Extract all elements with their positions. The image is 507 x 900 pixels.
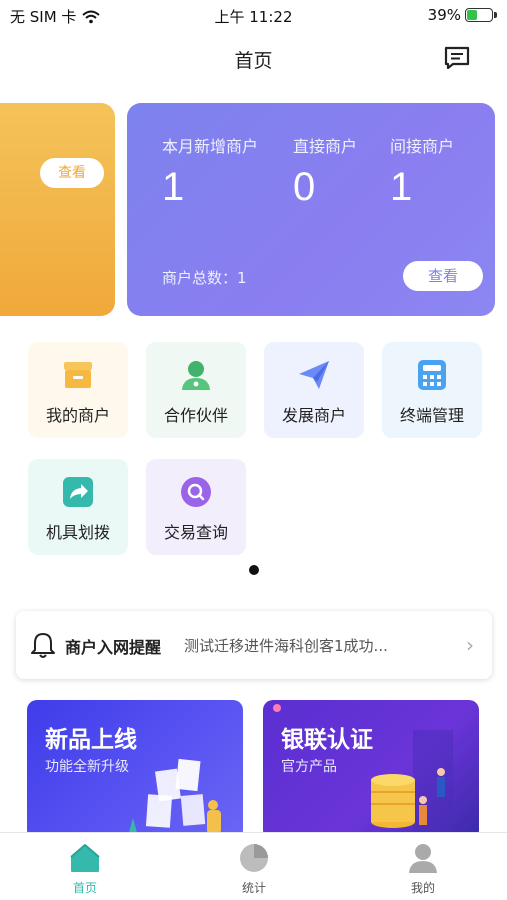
search-circle-icon xyxy=(181,477,211,507)
calculator-icon xyxy=(418,360,446,390)
stat-value: 1 xyxy=(390,165,413,209)
merchant-stats-card[interactable]: 本月新增商户 1 直接商户 0 间接商户 1 商户总数：1 查看 xyxy=(127,103,495,316)
partner-icon xyxy=(182,361,210,390)
stat-label: 直接商户 xyxy=(293,137,358,156)
home-icon xyxy=(70,844,100,872)
carousel-card-previous[interactable]: 查看 xyxy=(0,103,115,316)
menu-my-merchants[interactable]: 我的商户 xyxy=(28,342,128,438)
stat-direct-merchants: 直接商户 0 xyxy=(293,133,357,210)
menu-device-transfer[interactable]: 机具划拨 xyxy=(28,459,128,555)
stat-indirect-merchants: 间接商户 1 xyxy=(390,133,454,210)
menu-label: 终端管理 xyxy=(399,406,464,425)
share-arrow-icon xyxy=(63,477,93,507)
menu-label: 发展商户 xyxy=(281,406,346,425)
store-icon xyxy=(64,362,92,388)
tab-statistics[interactable]: 统计 xyxy=(214,841,294,896)
chevron-right-icon: › xyxy=(466,633,474,657)
status-bar: 无 SIM 卡 上午 11:22 39% xyxy=(0,0,507,32)
stat-label: 间接商户 xyxy=(390,137,455,156)
banner-new-product[interactable]: 新品上线 功能全新升级 xyxy=(27,700,243,840)
documents-illustration xyxy=(127,758,221,840)
coins-illustration xyxy=(273,704,453,840)
menu-label: 机具划拨 xyxy=(45,523,110,542)
battery-percent: 39% xyxy=(427,6,461,24)
paper-plane-icon xyxy=(299,361,329,389)
stat-new-merchants: 本月新增商户 1 xyxy=(162,133,258,210)
tab-profile[interactable]: 我的 xyxy=(383,841,463,896)
notice-text: 测试迁移进件海科创客1成功... xyxy=(184,637,388,655)
stat-value: 1 xyxy=(162,165,185,209)
merchant-total: 商户总数：1 xyxy=(162,269,247,287)
user-icon xyxy=(409,844,437,873)
tab-label: 统计 xyxy=(241,881,266,895)
menu-transaction-query[interactable]: 交易查询 xyxy=(146,459,246,555)
menu-terminal-management[interactable]: 终端管理 xyxy=(382,342,482,438)
menu-label: 交易查询 xyxy=(163,523,228,542)
banner-unionpay-certified[interactable]: 银联认证 官方产品 xyxy=(263,700,479,840)
tab-bar: 首页 统计 我的 xyxy=(0,832,507,900)
tab-home[interactable]: 首页 xyxy=(45,841,125,896)
menu-develop-merchants[interactable]: 发展商户 xyxy=(264,342,364,438)
menu-label: 我的商户 xyxy=(45,406,110,425)
menu-label: 合作伙伴 xyxy=(163,406,228,425)
view-button[interactable]: 查看 xyxy=(403,261,483,291)
view-button[interactable]: 查看 xyxy=(40,158,104,188)
battery-icon xyxy=(465,8,493,22)
stat-label: 本月新增商户 xyxy=(162,137,259,156)
page-indicator-dot xyxy=(249,565,259,575)
menu-partners[interactable]: 合作伙伴 xyxy=(146,342,246,438)
notice-title: 商户入网提醒 xyxy=(65,638,162,657)
pie-chart-icon xyxy=(240,844,268,872)
message-icon[interactable] xyxy=(443,44,471,72)
tab-label: 我的 xyxy=(410,881,435,895)
stat-value: 0 xyxy=(293,165,316,209)
bell-icon xyxy=(31,633,55,658)
battery-indicator: 39% xyxy=(428,6,497,24)
merchant-notice-bar[interactable]: 商户入网提醒 测试迁移进件海科创客1成功... › xyxy=(16,611,492,679)
nav-bar: 首页 xyxy=(0,36,507,80)
tab-label: 首页 xyxy=(72,881,97,895)
page-title: 首页 xyxy=(234,50,273,72)
